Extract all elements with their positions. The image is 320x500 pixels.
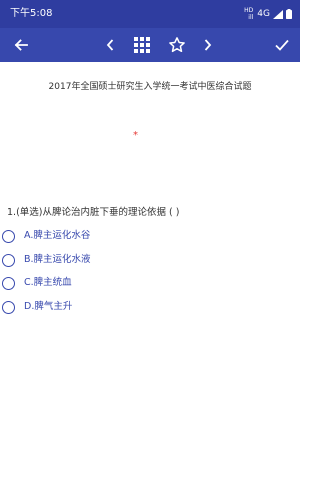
radio-button[interactable] [2, 229, 15, 243]
status-bar: 下午5:08 HD ill 4G [0, 0, 300, 28]
next-chevron-icon [204, 39, 212, 51]
option-label: C.脾主统血 [24, 277, 72, 288]
answer-sheet-button[interactable] [130, 28, 154, 62]
check-icon [275, 39, 289, 51]
option-label: B.脾主运化水液 [24, 254, 91, 265]
favorite-button[interactable] [164, 28, 190, 62]
radio-button[interactable] [2, 276, 15, 290]
option-b[interactable]: B.脾主运化水液 [2, 250, 202, 270]
status-indicators: HD ill 4G [244, 7, 292, 21]
option-d[interactable]: D.脾气主升 [2, 297, 202, 317]
option-label: A.脾主运化水谷 [24, 230, 91, 241]
battery-icon [286, 9, 292, 19]
grid-icon [134, 37, 150, 53]
option-c[interactable]: C.脾主统血 [2, 273, 202, 293]
back-button[interactable] [6, 28, 36, 62]
star-outline-icon [168, 36, 186, 54]
paper-title: 2017年全国硕士研究生入学统一考试中医综合试题 [48, 82, 252, 92]
option-a[interactable]: A.脾主运化水谷 [2, 226, 202, 246]
submit-button[interactable] [268, 28, 296, 62]
previous-chevron-icon [106, 39, 114, 51]
network-badge: HD ill [244, 7, 253, 21]
next-question-button[interactable] [196, 28, 220, 62]
radio-button[interactable] [2, 300, 15, 314]
question-text: 1.(单选)从脾论治内脏下垂的理论依据 ( ) [7, 207, 180, 218]
option-label: D.脾气主升 [24, 301, 73, 312]
toolbar [0, 28, 300, 62]
network-type: 4G [257, 9, 270, 19]
required-marker: * [133, 130, 138, 141]
previous-question-button[interactable] [98, 28, 122, 62]
network-badge-bottom: ill [248, 14, 254, 21]
network-badge-top: HD [244, 7, 254, 14]
back-arrow-icon [14, 39, 28, 51]
radio-button[interactable] [2, 253, 15, 267]
status-time: 下午5:08 [10, 8, 53, 19]
signal-bars-icon [273, 9, 283, 19]
